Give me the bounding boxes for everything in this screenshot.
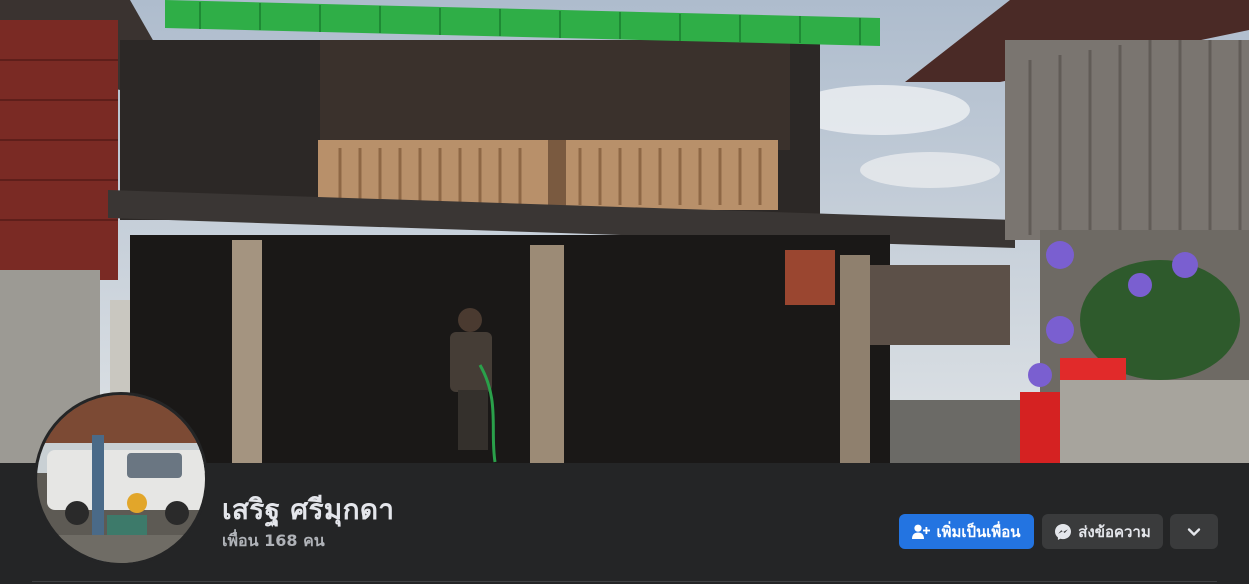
header-divider	[32, 581, 1217, 582]
more-options-button[interactable]	[1170, 514, 1218, 549]
cover-photo[interactable]	[0, 0, 1249, 463]
profile-name: เสริฐ ศรีมุกดา	[222, 493, 395, 526]
chevron-down-icon	[1187, 527, 1201, 537]
message-button[interactable]: ส่งข้อความ	[1042, 514, 1163, 549]
message-label: ส่งข้อความ	[1078, 522, 1151, 541]
user-plus-icon	[912, 524, 931, 540]
profile-avatar[interactable]	[34, 392, 208, 566]
add-friend-label: เพิ่มเป็นเพื่อน	[936, 522, 1021, 541]
messenger-icon	[1054, 523, 1072, 541]
avatar-photo	[37, 395, 205, 563]
add-friend-button[interactable]: เพิ่มเป็นเพื่อน	[899, 514, 1034, 549]
friends-count[interactable]: เพื่อน 168 คน	[222, 529, 325, 554]
